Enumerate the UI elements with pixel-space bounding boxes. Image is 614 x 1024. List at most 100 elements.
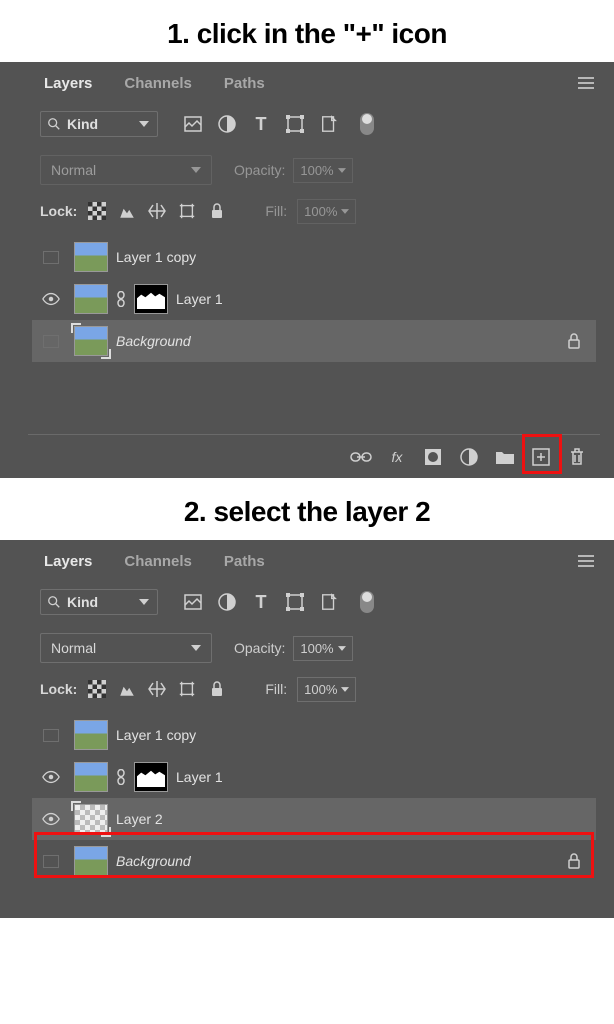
layers-panel-2: Layers Channels Paths Kind T Normal Opac… bbox=[28, 540, 600, 918]
tab-layers[interactable]: Layers bbox=[28, 67, 108, 100]
opacity-label: Opacity: bbox=[234, 640, 285, 656]
lock-position-icon[interactable] bbox=[147, 679, 167, 699]
lock-image-icon[interactable] bbox=[117, 679, 137, 699]
filter-pixel-icon[interactable] bbox=[182, 113, 204, 135]
opacity-value[interactable]: 100% bbox=[293, 636, 352, 661]
blend-row: Normal Opacity: 100% bbox=[28, 150, 600, 190]
filter-adjustment-icon[interactable] bbox=[216, 113, 238, 135]
lock-position-icon[interactable] bbox=[147, 201, 167, 221]
blend-mode-select[interactable]: Normal bbox=[40, 155, 212, 185]
add-mask-icon[interactable] bbox=[422, 446, 444, 468]
layers-list: Layer 1 copy Layer 1 Background bbox=[28, 232, 600, 366]
lock-row: Lock: Fill: 100% bbox=[28, 668, 600, 710]
layer-thumbnail[interactable] bbox=[74, 804, 108, 834]
filter-kind-select[interactable]: Kind bbox=[40, 111, 158, 137]
highlight-layer-2 bbox=[34, 832, 594, 878]
filter-shape-icon[interactable] bbox=[284, 591, 306, 613]
fill-value[interactable]: 100% bbox=[297, 677, 356, 702]
filter-type-icons: T bbox=[182, 113, 374, 135]
eye-icon bbox=[42, 292, 60, 306]
visibility-toggle[interactable] bbox=[36, 335, 66, 348]
lock-icons bbox=[87, 201, 227, 221]
filter-shape-icon[interactable] bbox=[284, 113, 306, 135]
layer-row[interactable]: Layer 1 bbox=[32, 278, 596, 320]
tab-layers[interactable]: Layers bbox=[28, 545, 108, 578]
lock-all-icon[interactable] bbox=[207, 679, 227, 699]
opacity-value-text: 100% bbox=[300, 641, 333, 656]
layer-thumbnail[interactable] bbox=[74, 242, 108, 272]
visibility-toggle[interactable] bbox=[36, 729, 66, 742]
chevron-down-icon bbox=[338, 168, 346, 173]
filter-type-icons: T bbox=[182, 591, 374, 613]
panel-menu-icon[interactable] bbox=[578, 77, 594, 89]
svg-text:fx: fx bbox=[392, 449, 404, 465]
delete-layer-icon[interactable] bbox=[566, 446, 588, 468]
layer-name: Layer 1 bbox=[176, 769, 223, 785]
filter-pixel-icon[interactable] bbox=[182, 591, 204, 613]
layer-row[interactable]: Layer 1 copy bbox=[32, 236, 596, 278]
link-icon bbox=[116, 769, 126, 785]
filter-kind-label: Kind bbox=[67, 116, 98, 132]
eye-icon bbox=[42, 812, 60, 826]
layer-mask-thumbnail[interactable] bbox=[134, 762, 168, 792]
layer-row[interactable]: Background bbox=[32, 320, 596, 362]
fx-icon[interactable]: fx bbox=[386, 446, 408, 468]
lock-artboard-icon[interactable] bbox=[177, 679, 197, 699]
filter-type-icon[interactable]: T bbox=[250, 113, 272, 135]
layer-thumbnail[interactable] bbox=[74, 762, 108, 792]
layer-thumbnail[interactable] bbox=[74, 720, 108, 750]
new-adjustment-icon[interactable] bbox=[458, 446, 480, 468]
tab-channels[interactable]: Channels bbox=[108, 545, 208, 578]
filter-adjustment-icon[interactable] bbox=[216, 591, 238, 613]
lock-transparency-icon[interactable] bbox=[87, 679, 107, 699]
eye-icon bbox=[42, 770, 60, 784]
visibility-toggle[interactable] bbox=[36, 770, 66, 784]
filter-type-icon[interactable]: T bbox=[250, 591, 272, 613]
fill-label: Fill: bbox=[265, 681, 287, 697]
filter-row: Kind T bbox=[28, 576, 600, 628]
layer-name: Layer 1 copy bbox=[116, 249, 196, 265]
instruction-step-2: 2. select the layer 2 bbox=[0, 478, 614, 540]
panel-menu-icon[interactable] bbox=[578, 555, 594, 567]
chevron-down-icon bbox=[341, 687, 349, 692]
lock-artboard-icon[interactable] bbox=[177, 201, 197, 221]
layer-mask-thumbnail[interactable] bbox=[134, 284, 168, 314]
svg-text:T: T bbox=[256, 114, 267, 134]
layer-name: Layer 1 copy bbox=[116, 727, 196, 743]
panel-frame-2: Layers Channels Paths Kind T Normal Opac… bbox=[0, 540, 614, 918]
lock-transparency-icon[interactable] bbox=[87, 201, 107, 221]
filter-toggle[interactable] bbox=[360, 591, 374, 613]
fill-value[interactable]: 100% bbox=[297, 199, 356, 224]
chevron-down-icon bbox=[338, 646, 346, 651]
filter-smart-icon[interactable] bbox=[318, 591, 340, 613]
fill-label: Fill: bbox=[265, 203, 287, 219]
tab-paths[interactable]: Paths bbox=[208, 67, 281, 100]
tab-channels[interactable]: Channels bbox=[108, 67, 208, 100]
chevron-down-icon bbox=[139, 599, 149, 605]
lock-image-icon[interactable] bbox=[117, 201, 137, 221]
opacity-value[interactable]: 100% bbox=[293, 158, 352, 183]
visibility-toggle[interactable] bbox=[36, 812, 66, 826]
lock-icon bbox=[566, 333, 582, 349]
instruction-step-1: 1. click in the "+" icon bbox=[0, 0, 614, 62]
tab-paths[interactable]: Paths bbox=[208, 545, 281, 578]
filter-toggle[interactable] bbox=[360, 113, 374, 135]
visibility-toggle[interactable] bbox=[36, 292, 66, 306]
layer-row[interactable]: Layer 1 copy bbox=[32, 714, 596, 756]
blend-mode-value: Normal bbox=[51, 162, 96, 178]
new-group-icon[interactable] bbox=[494, 446, 516, 468]
blend-mode-select[interactable]: Normal bbox=[40, 633, 212, 663]
layer-thumbnail[interactable] bbox=[74, 326, 108, 356]
chevron-down-icon bbox=[191, 167, 201, 173]
link-layers-icon[interactable] bbox=[350, 446, 372, 468]
layer-thumbnail[interactable] bbox=[74, 284, 108, 314]
filter-kind-label: Kind bbox=[67, 594, 98, 610]
highlight-new-layer bbox=[522, 434, 562, 474]
visibility-toggle[interactable] bbox=[36, 251, 66, 264]
lock-all-icon[interactable] bbox=[207, 201, 227, 221]
fill-value-text: 100% bbox=[304, 682, 337, 697]
panel-frame-1: Layers Channels Paths Kind T Normal Opac… bbox=[0, 62, 614, 478]
layer-row[interactable]: Layer 1 bbox=[32, 756, 596, 798]
filter-smart-icon[interactable] bbox=[318, 113, 340, 135]
filter-kind-select[interactable]: Kind bbox=[40, 589, 158, 615]
